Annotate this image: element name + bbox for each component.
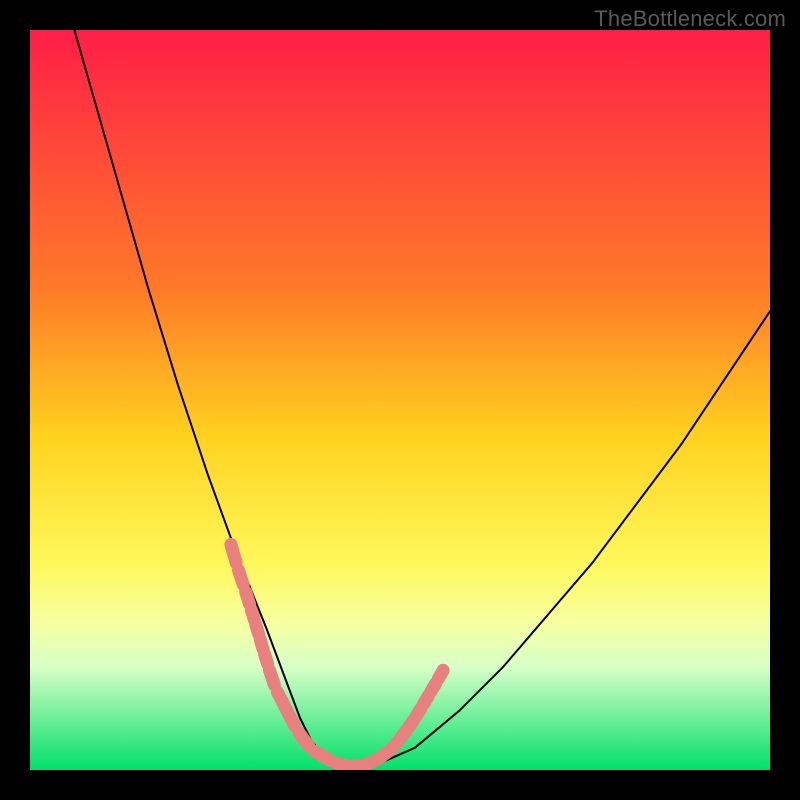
bead-segment — [231, 544, 236, 562]
watermark-text: TheBottleneck.com — [594, 6, 786, 32]
bead-segment — [239, 570, 244, 585]
bead-segment — [299, 733, 309, 747]
bead-segment — [315, 751, 330, 760]
bead-segment — [336, 763, 345, 765]
plot-area — [30, 30, 770, 770]
bead-segment — [256, 625, 259, 634]
bead-segment — [431, 684, 436, 692]
gradient-background — [30, 30, 770, 770]
bead-segment — [270, 670, 275, 685]
bead-segment — [424, 696, 429, 704]
bead-segment — [265, 654, 268, 663]
chart-frame: TheBottleneck.com — [0, 0, 800, 800]
bead-segment — [246, 592, 250, 604]
bead-segment — [251, 610, 254, 619]
bead-segment — [260, 640, 263, 649]
bead-segment — [438, 670, 443, 679]
chart-svg — [30, 30, 770, 770]
